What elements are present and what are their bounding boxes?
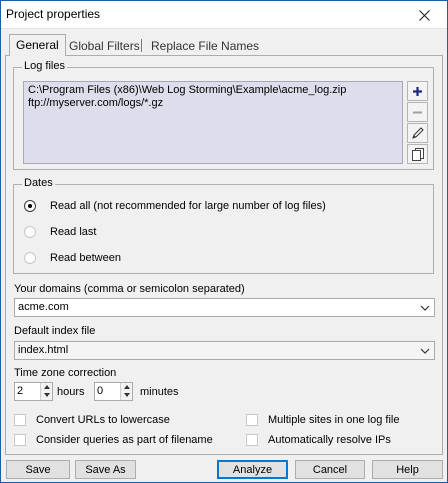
hours-label: hours	[57, 386, 85, 398]
copy-log-button[interactable]	[407, 144, 428, 164]
checkbox-label: Multiple sites in one log file	[268, 414, 400, 426]
tab-global-filters[interactable]: Global Filters	[63, 36, 146, 55]
down-arrow-icon	[43, 393, 50, 397]
radio-button[interactable]	[24, 252, 36, 264]
dates-label: Dates	[22, 177, 55, 189]
dates-group: Dates Read all (not recommended for larg…	[13, 177, 434, 274]
index-file-label: Default index file	[14, 325, 96, 337]
copy-icon	[411, 148, 424, 161]
tab-replace-file-names[interactable]: Replace File Names	[145, 36, 265, 55]
help-button[interactable]: Help	[372, 460, 443, 479]
up-arrow-icon	[123, 385, 130, 389]
list-item[interactable]: C:\Program Files (x86)\Web Log Storming\…	[28, 84, 398, 97]
tab-separator	[141, 39, 142, 52]
hours-down-button[interactable]	[41, 391, 52, 399]
add-log-button[interactable]	[407, 81, 428, 101]
radio-button[interactable]	[24, 226, 36, 238]
radio-read-between[interactable]: Read between	[24, 250, 121, 266]
pencil-icon	[411, 127, 424, 139]
resolve-ips-checkbox[interactable]: Automatically resolve IPs	[246, 432, 391, 448]
remove-log-button[interactable]	[407, 102, 428, 122]
radio-button[interactable]	[24, 200, 36, 212]
checkbox[interactable]	[246, 414, 258, 426]
radio-label: Read all (not recommended for large numb…	[50, 200, 326, 212]
radio-read-last[interactable]: Read last	[24, 224, 96, 240]
minutes-down-button[interactable]	[121, 391, 132, 399]
checkbox[interactable]	[14, 414, 26, 426]
multiple-sites-checkbox[interactable]: Multiple sites in one log file	[246, 412, 399, 428]
window-title: Project properties	[6, 7, 101, 21]
chevron-down-icon	[420, 305, 429, 311]
hours-up-button[interactable]	[41, 383, 52, 391]
up-arrow-icon	[43, 385, 50, 389]
checkbox[interactable]	[246, 434, 258, 446]
radio-read-all[interactable]: Read all (not recommended for large numb…	[24, 198, 326, 214]
cancel-button[interactable]: Cancel	[295, 460, 365, 479]
checkbox[interactable]	[14, 434, 26, 446]
minutes-up-button[interactable]	[121, 383, 132, 391]
close-button[interactable]	[401, 1, 447, 29]
hours-stepper[interactable]: 2	[14, 382, 53, 401]
convert-urls-lowercase-checkbox[interactable]: Convert URLs to lowercase	[14, 412, 170, 428]
index-file-value: index.html	[18, 344, 69, 356]
save-as-button[interactable]: Save As	[75, 460, 136, 479]
project-properties-dialog: Project properties General Global Filter…	[0, 0, 448, 483]
save-button[interactable]: Save	[6, 460, 70, 479]
radio-label: Read last	[50, 226, 97, 238]
analyze-button[interactable]: Analyze	[217, 460, 288, 479]
plus-icon	[413, 86, 422, 96]
domains-dropdown-button[interactable]	[417, 300, 432, 315]
domains-value: acme.com	[18, 301, 69, 313]
log-files-label: Log files	[22, 60, 67, 72]
domains-label: Your domains (comma or semicolon separat…	[14, 283, 245, 295]
log-files-group: Log files C:\Program Files (x86)\Web Log…	[13, 60, 434, 170]
index-file-dropdown-button[interactable]	[417, 343, 432, 358]
queries-part-of-filename-checkbox[interactable]: Consider queries as part of filename	[14, 432, 213, 448]
radio-label: Read between	[50, 252, 121, 264]
list-item[interactable]: ftp://myserver.com/logs/*.gz	[28, 97, 398, 110]
index-file-combo[interactable]: index.html	[14, 341, 435, 360]
checkbox-label: Convert URLs to lowercase	[36, 414, 170, 426]
domains-combo[interactable]: acme.com	[14, 298, 435, 317]
tab-general[interactable]: General	[9, 34, 66, 56]
title-bar: Project properties	[1, 1, 447, 29]
down-arrow-icon	[123, 393, 130, 397]
timezone-label: Time zone correction	[14, 367, 117, 379]
minus-icon	[413, 111, 422, 113]
close-icon	[418, 9, 430, 21]
checkbox-label: Consider queries as part of filename	[36, 434, 213, 446]
checkbox-label: Automatically resolve IPs	[268, 434, 391, 446]
chevron-down-icon	[420, 348, 429, 354]
log-files-list[interactable]: C:\Program Files (x86)\Web Log Storming\…	[23, 81, 403, 164]
hours-value: 2	[17, 385, 24, 397]
edit-log-button[interactable]	[407, 123, 428, 143]
minutes-stepper[interactable]: 0	[94, 382, 133, 401]
minutes-value: 0	[97, 385, 104, 397]
minutes-label: minutes	[140, 386, 179, 398]
